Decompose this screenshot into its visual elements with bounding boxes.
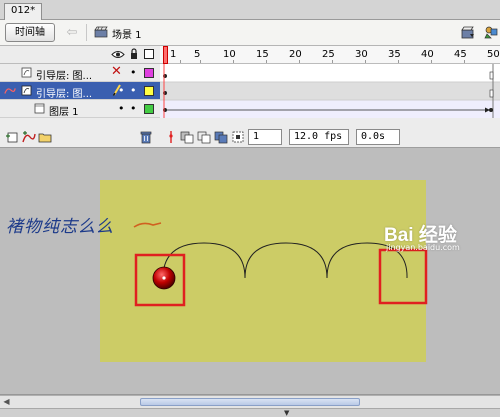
elapsed-time-field[interactable]: 0.0s [356, 129, 400, 145]
toolbar-divider [86, 24, 87, 41]
ruler-label: 20 [289, 49, 302, 60]
properties-panel-collapsed[interactable]: ▼ [0, 408, 500, 417]
insert-layer-icon[interactable] [6, 130, 20, 144]
guide-layer-icon [21, 67, 32, 78]
layer-name[interactable]: 引导层: 图... [36, 67, 92, 82]
horizontal-scrollbar[interactable]: ◀ [0, 395, 500, 408]
layer-icon [34, 103, 45, 114]
onion-markers-icon[interactable] [231, 130, 245, 144]
visibility-dot[interactable]: • [118, 85, 125, 96]
current-frame-field[interactable]: 1 [248, 129, 282, 145]
layer-list: 引导层: 图... ✕ • 引导层: 图... • • 图层 1 • • [0, 64, 160, 118]
ruler-tick [180, 60, 181, 63]
hidden-x-icon[interactable]: ✕ [111, 65, 122, 79]
eye-icon[interactable] [111, 49, 125, 60]
timeline-toggle-button[interactable]: 时间轴 [5, 23, 55, 42]
add-guide-icon[interactable] [22, 130, 36, 144]
frames-grid[interactable] [160, 64, 500, 118]
ruler-label: 40 [421, 49, 434, 60]
onion-skin-icon[interactable] [180, 130, 194, 144]
ruler-tick [233, 60, 234, 63]
motion-guide-icon [4, 88, 16, 94]
ruler-label: 10 [223, 49, 236, 60]
baidu-jingyan-url: jingyan.baidu.com [386, 243, 460, 252]
layer-color-swatch[interactable] [144, 86, 154, 96]
edit-multiple-frames-icon[interactable] [214, 130, 228, 144]
lock-dot[interactable]: • [130, 85, 137, 96]
ruler-label: 30 [355, 49, 368, 60]
signature-flourish [133, 222, 162, 228]
lock-icon[interactable] [130, 48, 138, 60]
playhead[interactable] [163, 46, 168, 64]
layer-row-layer-1[interactable]: 图层 1 • • [0, 100, 160, 118]
edit-bar: 时间轴 ⇦ 场景 1 [0, 20, 500, 46]
ruler-tick [332, 60, 333, 63]
edit-scene-icon[interactable] [460, 24, 476, 40]
guide-layer-icon [21, 85, 32, 96]
ruler-tick [431, 60, 432, 63]
signature-watermark: 褚物纯志么么 [6, 217, 114, 237]
scrollbar-thumb[interactable] [140, 398, 360, 406]
center-frame-icon[interactable] [167, 130, 175, 144]
flash-editor-window: 012* 时间轴 ⇦ 场景 1 1 5 10 15 20 25 30 35 40… [0, 0, 500, 417]
document-tab[interactable]: 012* [4, 3, 43, 20]
ruler-label: 1 [170, 49, 177, 60]
ruler-tick [398, 60, 399, 63]
layer-row-guide-2[interactable]: 引导层: 图... • • [0, 82, 160, 100]
ruler-tick [464, 60, 465, 63]
ruler-label: 15 [256, 49, 269, 60]
ruler-tick [200, 60, 201, 63]
frames-drawing[interactable] [160, 64, 500, 118]
document-tabs-bar: 012* [0, 0, 500, 20]
layer-header [0, 46, 160, 64]
ruler-label: 50 [487, 49, 500, 60]
outline-icon[interactable] [144, 49, 154, 59]
onion-outline-icon[interactable] [197, 130, 211, 144]
layer-name[interactable]: 引导层: 图... [36, 85, 92, 100]
ruler-label: 5 [194, 49, 201, 60]
panel-collapse-arrow-icon[interactable]: ▼ [284, 409, 289, 417]
left-arrow-icon[interactable]: ⇦ [64, 23, 80, 42]
frame-ruler[interactable]: 1 5 10 15 20 25 30 35 40 45 50 [160, 46, 500, 64]
layer-color-swatch[interactable] [144, 68, 154, 78]
stage-artwork[interactable] [0, 148, 500, 395]
ruler-label: 35 [388, 49, 401, 60]
layer-name[interactable]: 图层 1 [49, 103, 79, 118]
timeline-status-bar: 1 12.0 fps 0.0s [0, 118, 500, 148]
clapperboard-icon [94, 26, 108, 38]
lock-dot[interactable]: • [130, 103, 137, 114]
lock-dot[interactable]: • [130, 67, 137, 78]
frame-rate-field[interactable]: 12.0 fps [289, 129, 349, 145]
edit-symbol-icon[interactable] [484, 24, 500, 40]
scene-breadcrumb[interactable]: 场景 1 [112, 26, 142, 41]
ruler-tick [299, 60, 300, 63]
layer-color-swatch[interactable] [144, 104, 154, 114]
visibility-dot[interactable]: • [118, 103, 125, 114]
layer-row-guide-1[interactable]: 引导层: 图... ✕ • [0, 64, 160, 82]
delete-layer-icon[interactable] [140, 130, 152, 144]
ruler-label: 45 [454, 49, 467, 60]
insert-folder-icon[interactable] [38, 130, 52, 144]
ruler-label: 25 [322, 49, 335, 60]
ruler-tick [365, 60, 366, 63]
scroll-left-arrow-icon[interactable]: ◀ [1, 397, 12, 407]
ruler-tick [266, 60, 267, 63]
